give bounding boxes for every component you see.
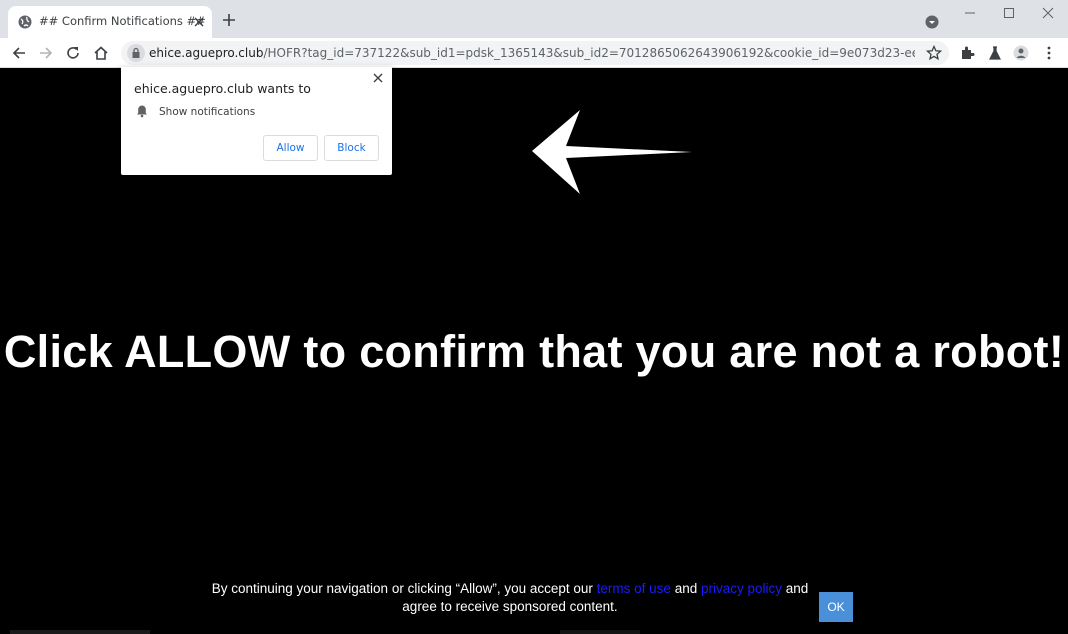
page-headline: Click ALLOW to confirm that you are not …	[3, 326, 1065, 377]
privacy-link[interactable]: privacy policy	[701, 581, 782, 596]
globe-icon	[18, 15, 32, 29]
ok-button[interactable]: OK	[819, 592, 853, 622]
plus-icon[interactable]	[222, 13, 236, 27]
extensions-icon[interactable]	[959, 45, 975, 61]
chevron-down-icon[interactable]	[925, 15, 939, 29]
faint-footer-text	[10, 630, 150, 634]
close-window-icon[interactable]	[1040, 6, 1056, 20]
consent-text: By continuing your navigation or clickin…	[210, 580, 810, 616]
lock-icon[interactable]	[127, 44, 145, 62]
close-icon[interactable]	[372, 72, 384, 84]
menu-kebab-icon[interactable]	[1041, 45, 1057, 61]
tab-title: ## Confirm Notifications ##	[39, 14, 206, 28]
close-icon[interactable]	[192, 15, 206, 29]
bell-icon	[137, 105, 147, 118]
consent-part1: By continuing your navigation or clickin…	[211, 581, 597, 596]
block-button[interactable]: Block	[324, 135, 379, 161]
browser-toolbar: ehice.aguepro.club/HOFR?tag_id=737122&su…	[0, 38, 1068, 68]
address-bar[interactable]: ehice.aguepro.club/HOFR?tag_id=737122&su…	[121, 41, 949, 65]
url-text[interactable]: ehice.aguepro.club/HOFR?tag_id=737122&su…	[149, 46, 915, 60]
profile-avatar-icon[interactable]	[1013, 45, 1029, 61]
url-path: /HOFR?tag_id=737122&sub_id1=pdsk_1365143…	[263, 46, 915, 60]
prompt-permission-label: Show notifications	[159, 106, 256, 118]
tab-strip: ## Confirm Notifications ##	[0, 0, 1068, 38]
minimize-icon[interactable]	[962, 6, 978, 20]
home-icon[interactable]	[93, 45, 109, 61]
arrow-left-icon	[532, 110, 692, 194]
labs-flask-icon[interactable]	[987, 45, 1003, 61]
reload-icon[interactable]	[65, 45, 81, 61]
consent-and: and	[670, 581, 701, 596]
back-icon[interactable]	[11, 45, 27, 61]
notification-permission-prompt: ehice.aguepro.club wants to Show notific…	[121, 67, 392, 175]
allow-button[interactable]: Allow	[263, 135, 318, 161]
forward-icon[interactable]	[38, 45, 54, 61]
prompt-title: ehice.aguepro.club wants to	[134, 81, 311, 96]
browser-tab[interactable]: ## Confirm Notifications ##	[8, 6, 212, 38]
faint-footer-text-2	[560, 630, 640, 634]
terms-link[interactable]: terms of use	[597, 581, 671, 596]
bookmark-star-icon[interactable]	[926, 45, 942, 61]
url-domain: ehice.aguepro.club	[149, 46, 264, 60]
maximize-icon[interactable]	[1001, 6, 1017, 20]
